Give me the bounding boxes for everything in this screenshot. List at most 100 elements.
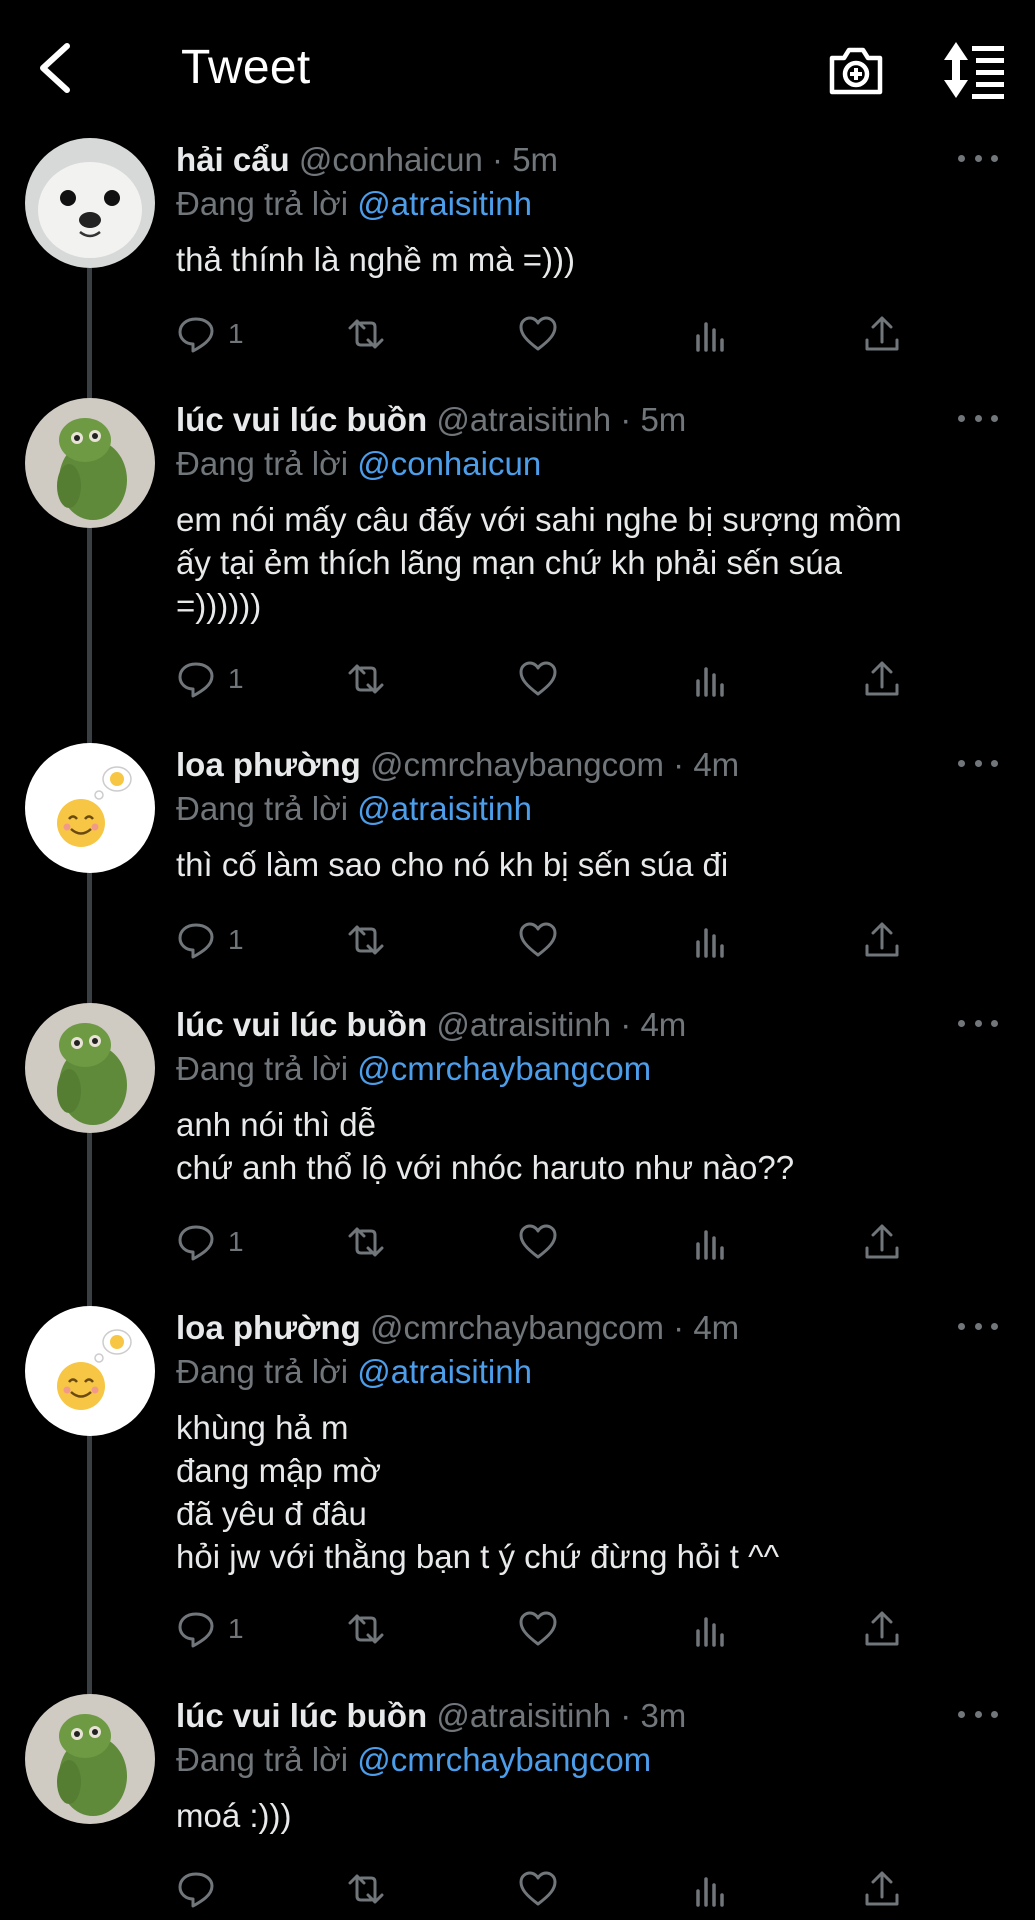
retweet-icon (348, 1874, 384, 1904)
avatar[interactable] (25, 1694, 155, 1824)
timestamp: 3m (640, 1697, 687, 1734)
display-name[interactable]: loa phường (176, 746, 361, 783)
share-button[interactable] (862, 309, 902, 359)
analytics-button[interactable] (690, 1217, 730, 1267)
reply-button[interactable]: 1 (176, 1604, 244, 1654)
reply-button[interactable] (176, 1864, 228, 1914)
avatar[interactable] (25, 138, 155, 268)
timestamp: 4m (640, 1006, 687, 1043)
display-name[interactable]: loa phường (176, 1309, 361, 1346)
tweet-text: thì cố làm sao cho nó kh bị sến súa đi (176, 846, 729, 883)
user-handle[interactable]: @cmrchaybangcom (370, 746, 664, 783)
analytics-button[interactable] (690, 1864, 730, 1914)
like-icon (519, 316, 557, 351)
sort-list-icon (944, 42, 1004, 99)
replying-to: Đang trả lời @conhaicun (176, 442, 996, 486)
sort-button[interactable] (940, 40, 1008, 100)
display-name[interactable]: hải cẩu (176, 141, 290, 178)
more-options-button[interactable] (958, 1011, 998, 1035)
retweet-icon (348, 925, 384, 955)
like-button[interactable] (518, 1864, 558, 1914)
avatar[interactable] (25, 398, 155, 528)
reply-count: 1 (228, 318, 244, 349)
retweet-button[interactable] (346, 1604, 386, 1654)
more-options-button[interactable] (958, 751, 998, 775)
retweet-icon (348, 319, 384, 349)
share-button[interactable] (862, 1864, 902, 1914)
share-button[interactable] (862, 654, 902, 704)
back-arrow-icon (40, 43, 70, 93)
camera-add-icon (829, 47, 883, 95)
reply-icon (178, 1612, 214, 1648)
reply-icon (178, 923, 214, 959)
like-button[interactable] (518, 309, 558, 359)
share-icon (865, 922, 899, 957)
replying-to-label: Đang trả lời (176, 790, 349, 827)
more-options-button[interactable] (958, 146, 998, 170)
avatar[interactable] (25, 743, 155, 873)
reply-button[interactable]: 1 (176, 915, 244, 965)
separator-dot: · (673, 746, 685, 783)
tweet-text: thả thính là nghề m mà =))) (176, 241, 575, 278)
avatar[interactable] (25, 1003, 155, 1133)
user-handle[interactable]: @atraisitinh (436, 401, 611, 438)
user-handle[interactable]: @atraisitinh (436, 1697, 611, 1734)
reply-button[interactable]: 1 (176, 1217, 244, 1267)
reply-count: 1 (228, 1226, 244, 1257)
retweet-icon (348, 664, 384, 694)
separator-dot: · (673, 1309, 685, 1346)
like-button[interactable] (518, 654, 558, 704)
mention-link[interactable]: @cmrchaybangcom (357, 1050, 651, 1087)
like-button[interactable] (518, 1217, 558, 1267)
more-options-button[interactable] (958, 1314, 998, 1338)
like-icon (519, 922, 557, 957)
display-name[interactable]: lúc vui lúc buồn (176, 1697, 427, 1734)
retweet-button[interactable] (346, 1864, 386, 1914)
mention-link[interactable]: @atraisitinh (357, 1353, 532, 1390)
tweet-header: lúc vui lúc buồn @atraisitinh · 3m (176, 1694, 996, 1738)
retweet-button[interactable] (346, 309, 386, 359)
analytics-button[interactable] (690, 915, 730, 965)
replying-to-label: Đang trả lời (176, 1353, 349, 1390)
more-options-button[interactable] (958, 1702, 998, 1726)
separator-dot: · (620, 1006, 632, 1043)
mention-link[interactable]: @atraisitinh (357, 790, 532, 827)
mention-link[interactable]: @conhaicun (357, 445, 541, 482)
more-options-button[interactable] (958, 406, 998, 430)
user-handle[interactable]: @cmrchaybangcom (370, 1309, 664, 1346)
display-name[interactable]: lúc vui lúc buồn (176, 1006, 427, 1043)
share-button[interactable] (862, 1604, 902, 1654)
like-button[interactable] (518, 915, 558, 965)
replying-to-label: Đang trả lời (176, 185, 349, 222)
user-handle[interactable]: @conhaicun (299, 141, 483, 178)
analytics-button[interactable] (690, 654, 730, 704)
tweet-actions: 1 (176, 309, 936, 359)
mention-link[interactable]: @cmrchaybangcom (357, 1741, 651, 1778)
retweet-button[interactable] (346, 1217, 386, 1267)
avatar[interactable] (25, 1306, 155, 1436)
tweet-header: hải cẩu @conhaicun · 5m (176, 138, 996, 182)
replying-to: Đang trả lời @cmrchaybangcom (176, 1047, 996, 1091)
replying-to: Đang trả lời @cmrchaybangcom (176, 1738, 996, 1782)
reply-button[interactable]: 1 (176, 309, 244, 359)
reply-icon (178, 662, 214, 698)
reply-button[interactable]: 1 (176, 654, 244, 704)
user-handle[interactable]: @atraisitinh (436, 1006, 611, 1043)
display-name[interactable]: lúc vui lúc buồn (176, 401, 427, 438)
analytics-button[interactable] (690, 309, 730, 359)
like-button[interactable] (518, 1604, 558, 1654)
replying-to: Đang trả lời @atraisitinh (176, 787, 996, 831)
mention-link[interactable]: @atraisitinh (357, 185, 532, 222)
retweet-button[interactable] (346, 915, 386, 965)
retweet-button[interactable] (346, 654, 386, 704)
smiley-avatar-icon (25, 743, 155, 873)
camera-button[interactable] (826, 40, 886, 100)
back-button[interactable] (30, 35, 80, 101)
share-button[interactable] (862, 1217, 902, 1267)
share-icon (865, 316, 899, 351)
share-button[interactable] (862, 915, 902, 965)
share-icon (865, 1224, 899, 1259)
tweet-content: lúc vui lúc buồn @atraisitinh · 4m Đang … (176, 1003, 996, 1189)
analytics-button[interactable] (690, 1604, 730, 1654)
tweet-header: lúc vui lúc buồn @atraisitinh · 4m (176, 1003, 996, 1047)
